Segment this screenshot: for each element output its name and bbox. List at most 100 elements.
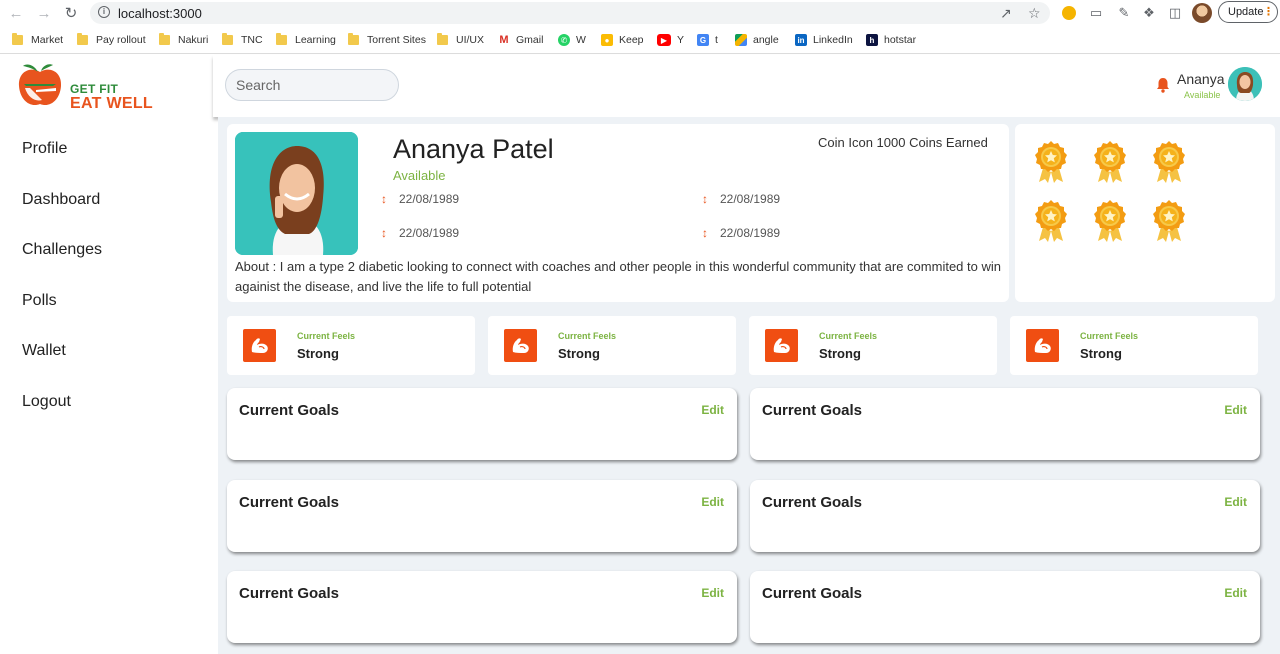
- goal-title: Current Goals: [239, 585, 340, 602]
- goal-title: Current Goals: [762, 585, 863, 602]
- nav-dashboard[interactable]: Dashboard: [22, 191, 100, 209]
- nav-logout[interactable]: Logout: [22, 393, 71, 411]
- coins-earned: Coin Icon 1000 Coins Earned: [818, 135, 988, 150]
- folder-icon: [222, 33, 233, 45]
- bookmark-item[interactable]: M Gmail: [498, 30, 543, 50]
- bookmark-item[interactable]: Market: [12, 30, 63, 50]
- extensions-puzzle-icon[interactable]: ❖: [1140, 4, 1158, 22]
- goal-card: Current Goals Edit: [227, 571, 737, 643]
- translate-icon: G: [697, 34, 709, 46]
- feel-value: Strong: [819, 346, 861, 361]
- extension-coin-icon[interactable]: [1060, 4, 1078, 22]
- profile-field: ↕ 22/08/1989: [702, 226, 780, 240]
- nav-profile[interactable]: Profile: [22, 140, 67, 158]
- nav-challenges[interactable]: Challenges: [22, 241, 102, 259]
- notification-bell-icon[interactable]: [1156, 77, 1170, 93]
- drive-icon: [735, 34, 747, 46]
- bicep-icon: [1034, 337, 1052, 354]
- side-panel-icon[interactable]: ◫: [1166, 4, 1184, 22]
- folder-icon: [159, 33, 170, 45]
- browser-profile-avatar[interactable]: [1192, 3, 1212, 23]
- back-icon[interactable]: ←: [6, 3, 26, 23]
- bookmark-star-icon[interactable]: ☆: [1028, 5, 1041, 22]
- bookmarks-bar: Market Pay rollout Nakuri TNC Learning T…: [0, 30, 1280, 50]
- goal-title: Current Goals: [762, 494, 863, 511]
- nav-polls[interactable]: Polls: [22, 292, 57, 310]
- profile-status: Available: [393, 168, 446, 183]
- goal-title: Current Goals: [239, 402, 340, 419]
- updown-arrow-icon: ↕: [702, 192, 708, 206]
- bookmark-label: Market: [31, 34, 64, 46]
- profile-field: ↕ 22/08/1989: [702, 192, 780, 206]
- bookmark-label: Gmail: [516, 34, 544, 46]
- profile-photo: [235, 132, 358, 255]
- search-input[interactable]: [225, 69, 399, 101]
- feel-label: Current Feels: [558, 331, 617, 341]
- top-bar: Ananya Available: [213, 55, 1280, 117]
- bookmark-item[interactable]: TNC: [222, 30, 263, 50]
- feel-icon-box: [504, 329, 537, 362]
- bookmark-item[interactable]: Gt: [697, 30, 718, 50]
- brand-logo[interactable]: GET FIT EAT WELL: [16, 58, 166, 118]
- avatar-portrait-icon: [1228, 67, 1262, 101]
- sidebar: GET FIT EAT WELL Profile Dashboard Chall…: [0, 55, 213, 654]
- folder-icon: [77, 33, 88, 45]
- feel-card: Current Feels Strong: [749, 316, 997, 375]
- medal-icon: [1094, 141, 1126, 183]
- bookmark-item[interactable]: ▶ Y: [657, 30, 684, 50]
- extension-pen-icon[interactable]: ✎: [1115, 4, 1133, 22]
- browser-chrome: ← → ↻ i localhost:3000 ↗ ☆ ▭ ✎ ❖ ◫ Updat…: [0, 0, 1280, 54]
- bookmark-item[interactable]: in LinkedIn: [795, 30, 853, 50]
- share-icon[interactable]: ↗: [1000, 5, 1012, 22]
- bookmark-item[interactable]: ● Keep: [601, 30, 644, 50]
- bookmark-label: t: [715, 34, 718, 46]
- menu-dots-icon[interactable]: ⋮: [1263, 2, 1274, 22]
- bookmark-item[interactable]: Pay rollout: [77, 30, 146, 50]
- feel-icon-box: [243, 329, 276, 362]
- site-info-icon[interactable]: i: [98, 6, 110, 18]
- feel-label: Current Feels: [297, 331, 356, 341]
- apple-logo-icon: [18, 64, 62, 106]
- bookmark-item[interactable]: ✆ W: [558, 30, 586, 50]
- feel-value: Strong: [558, 346, 600, 361]
- goal-edit-link[interactable]: Edit: [701, 586, 724, 600]
- feel-label: Current Feels: [819, 331, 878, 341]
- forward-icon[interactable]: →: [34, 3, 54, 23]
- feel-value: Strong: [1080, 346, 1122, 361]
- goal-edit-link[interactable]: Edit: [1224, 403, 1247, 417]
- folder-icon: [276, 33, 287, 45]
- bookmark-item[interactable]: Nakuri: [159, 30, 208, 50]
- update-button[interactable]: Update ⋮: [1218, 1, 1278, 23]
- bookmark-item[interactable]: Torrent Sites: [348, 30, 426, 50]
- medal-icon: [1153, 200, 1185, 242]
- cast-icon[interactable]: ▭: [1087, 4, 1105, 22]
- linkedin-icon: in: [795, 34, 807, 46]
- user-avatar[interactable]: [1228, 67, 1262, 101]
- goal-edit-link[interactable]: Edit: [701, 495, 724, 509]
- bookmark-item[interactable]: h hotstar: [866, 30, 916, 50]
- bookmark-label: Y: [677, 34, 685, 46]
- gmail-icon: M: [499, 34, 509, 46]
- bookmark-item[interactable]: UI/UX: [437, 30, 484, 50]
- reload-icon[interactable]: ↻: [61, 3, 81, 23]
- goal-edit-link[interactable]: Edit: [701, 403, 724, 417]
- profile-field: ↕ 22/08/1989: [381, 226, 459, 240]
- main-content: Ananya Patel Available Coin Icon 1000 Co…: [218, 117, 1280, 654]
- bookmark-item[interactable]: angle: [735, 30, 779, 50]
- goal-edit-link[interactable]: Edit: [1224, 586, 1247, 600]
- badges-card: [1015, 124, 1275, 302]
- goal-edit-link[interactable]: Edit: [1224, 495, 1247, 509]
- address-bar[interactable]: i localhost:3000 ↗ ☆: [90, 2, 1050, 24]
- goal-card: Current Goals Edit: [750, 571, 1260, 643]
- bookmark-label: Nakuri: [178, 34, 209, 46]
- folder-icon: [437, 33, 448, 45]
- bicep-icon: [773, 337, 791, 354]
- bookmark-label: Keep: [619, 34, 644, 46]
- bookmark-item[interactable]: Learning: [276, 30, 336, 50]
- feel-value: Strong: [297, 346, 339, 361]
- bicep-icon: [512, 337, 530, 354]
- profile-field: ↕ 22/08/1989: [381, 192, 459, 206]
- nav-wallet[interactable]: Wallet: [22, 342, 66, 360]
- address-url: localhost:3000: [118, 6, 202, 21]
- feel-card: Current Feels Strong: [227, 316, 475, 375]
